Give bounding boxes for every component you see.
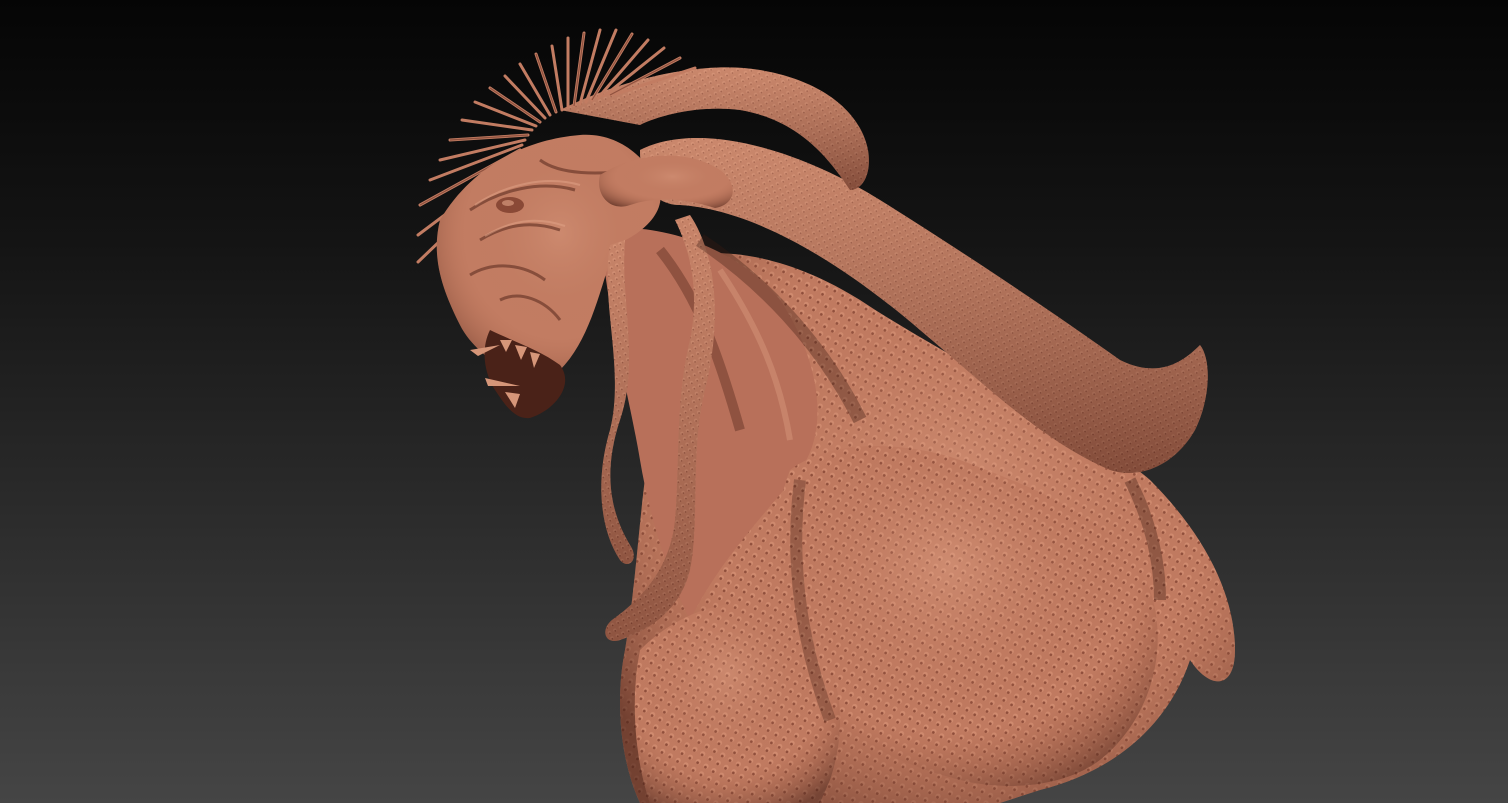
sculpt-model[interactable] bbox=[0, 0, 1508, 803]
3d-viewport[interactable] bbox=[0, 0, 1508, 803]
